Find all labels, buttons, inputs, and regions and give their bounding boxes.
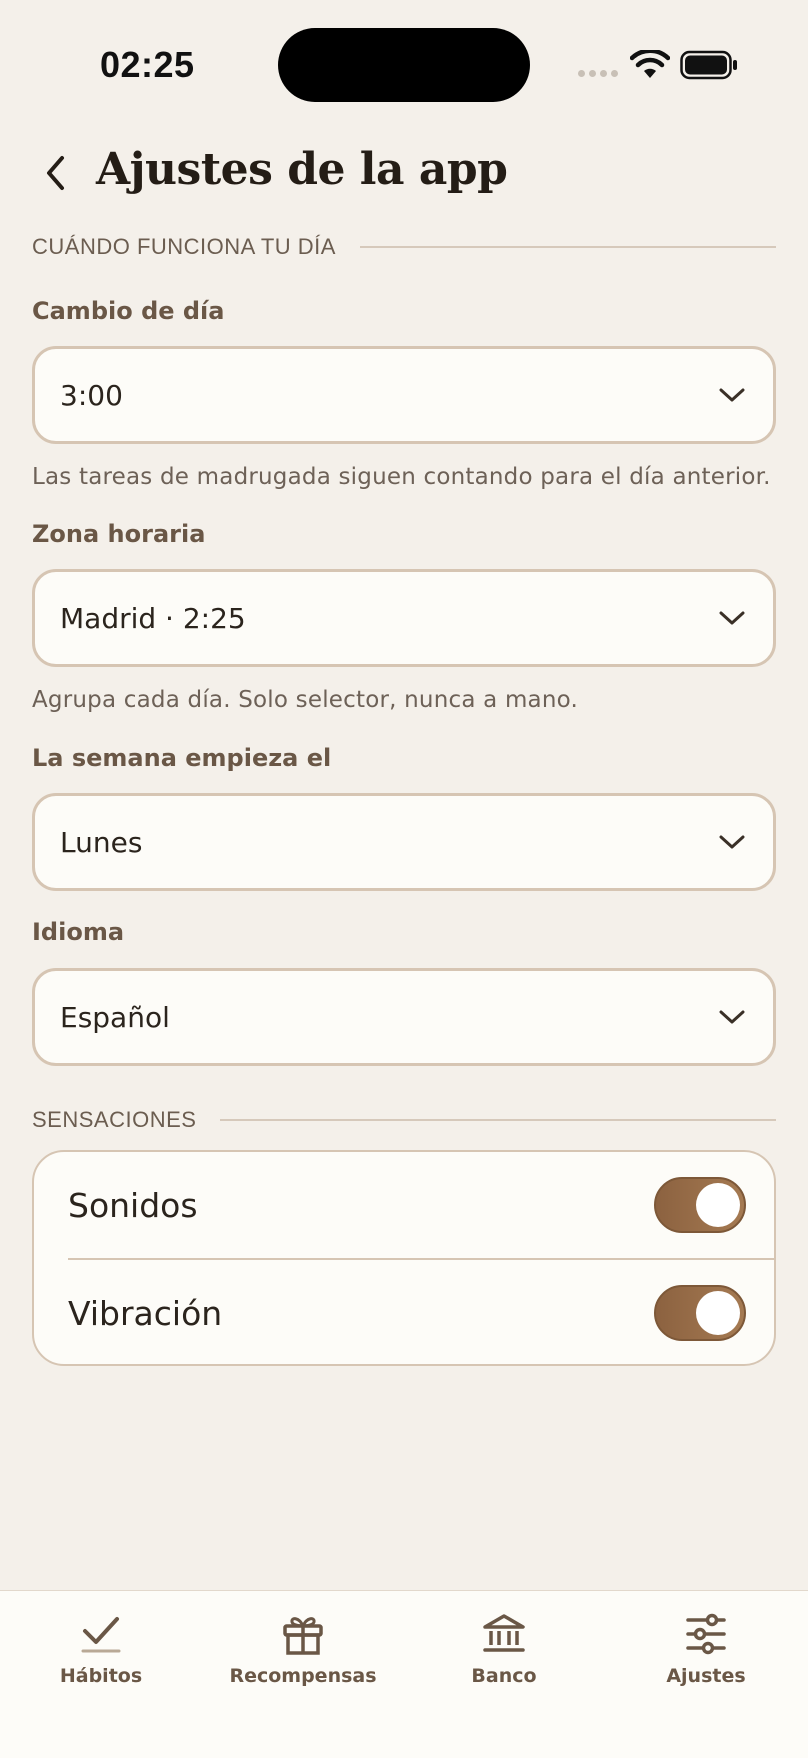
vibration-toggle[interactable] [654, 1285, 746, 1341]
sensaciones-card: Sonidos Vibración [32, 1150, 776, 1366]
gift-icon [281, 1609, 325, 1659]
tab-label: Banco [471, 1665, 537, 1687]
field-label-week-start: La semana empieza el [32, 744, 332, 772]
chevron-down-icon [719, 388, 745, 402]
field-label-timezone: Zona horaria [32, 520, 206, 548]
tab-label: Ajustes [666, 1665, 746, 1687]
day-change-select[interactable]: 3:00 [32, 346, 776, 444]
section-divider [359, 246, 776, 248]
sounds-row: Sonidos [34, 1152, 774, 1258]
field-label-language: Idioma [32, 918, 125, 946]
vibration-label: Vibración [68, 1293, 223, 1333]
tab-banco[interactable]: Banco [404, 1609, 604, 1687]
toggle-knob [696, 1291, 740, 1335]
tab-bar: Hábitos Recompensas Banco Ajustes [0, 1590, 808, 1758]
timezone-select[interactable]: Madrid · 2:25 [32, 569, 776, 667]
toggle-knob [696, 1183, 740, 1227]
language-select[interactable]: Español [32, 968, 776, 1066]
select-value: Español [60, 1000, 170, 1034]
select-value: Lunes [60, 825, 143, 859]
tab-recompensas[interactable]: Recompensas [203, 1609, 403, 1687]
chevron-down-icon [719, 1010, 745, 1024]
select-value: 3:00 [60, 378, 123, 412]
tab-ajustes[interactable]: Ajustes [606, 1609, 806, 1687]
bank-icon [482, 1609, 526, 1659]
vibration-row: Vibración [34, 1260, 774, 1364]
section-title: CUÁNDO FUNCIONA TU DÍA [32, 234, 336, 259]
status-bar: 02:25 [0, 0, 808, 130]
app-header: Ajustes de la app [0, 140, 808, 208]
page-title: Ajustes de la app [96, 144, 508, 195]
field-label-day-change: Cambio de día [32, 297, 225, 325]
checkmark-icon [79, 1609, 123, 1659]
select-value: Madrid · 2:25 [60, 601, 246, 635]
sounds-label: Sonidos [68, 1185, 198, 1225]
tab-habitos[interactable]: Hábitos [1, 1609, 201, 1687]
sliders-icon [684, 1609, 728, 1659]
section-divider [220, 1119, 776, 1121]
dynamic-island [278, 28, 530, 102]
tab-label: Recompensas [229, 1665, 377, 1687]
section-header-sensaciones: SENSACIONES [32, 1107, 776, 1133]
chevron-left-icon [47, 156, 64, 190]
battery-icon [680, 50, 737, 80]
sounds-toggle[interactable] [654, 1177, 746, 1233]
cellular-signal-icon [578, 70, 618, 77]
back-button[interactable] [36, 148, 76, 198]
section-header-dia: CUÁNDO FUNCIONA TU DÍA [32, 234, 776, 260]
section-title: SENSACIONES [32, 1107, 197, 1132]
helper-text-timezone: Agrupa cada día. Solo selector, nunca a … [32, 687, 578, 713]
tab-label: Hábitos [59, 1665, 143, 1687]
chevron-down-icon [719, 835, 745, 849]
status-time: 02:25 [100, 44, 195, 85]
chevron-down-icon [719, 611, 745, 625]
week-start-select[interactable]: Lunes [32, 793, 776, 891]
helper-text-day-change: Las tareas de madrugada siguen contando … [32, 464, 771, 490]
wifi-icon [630, 50, 670, 78]
